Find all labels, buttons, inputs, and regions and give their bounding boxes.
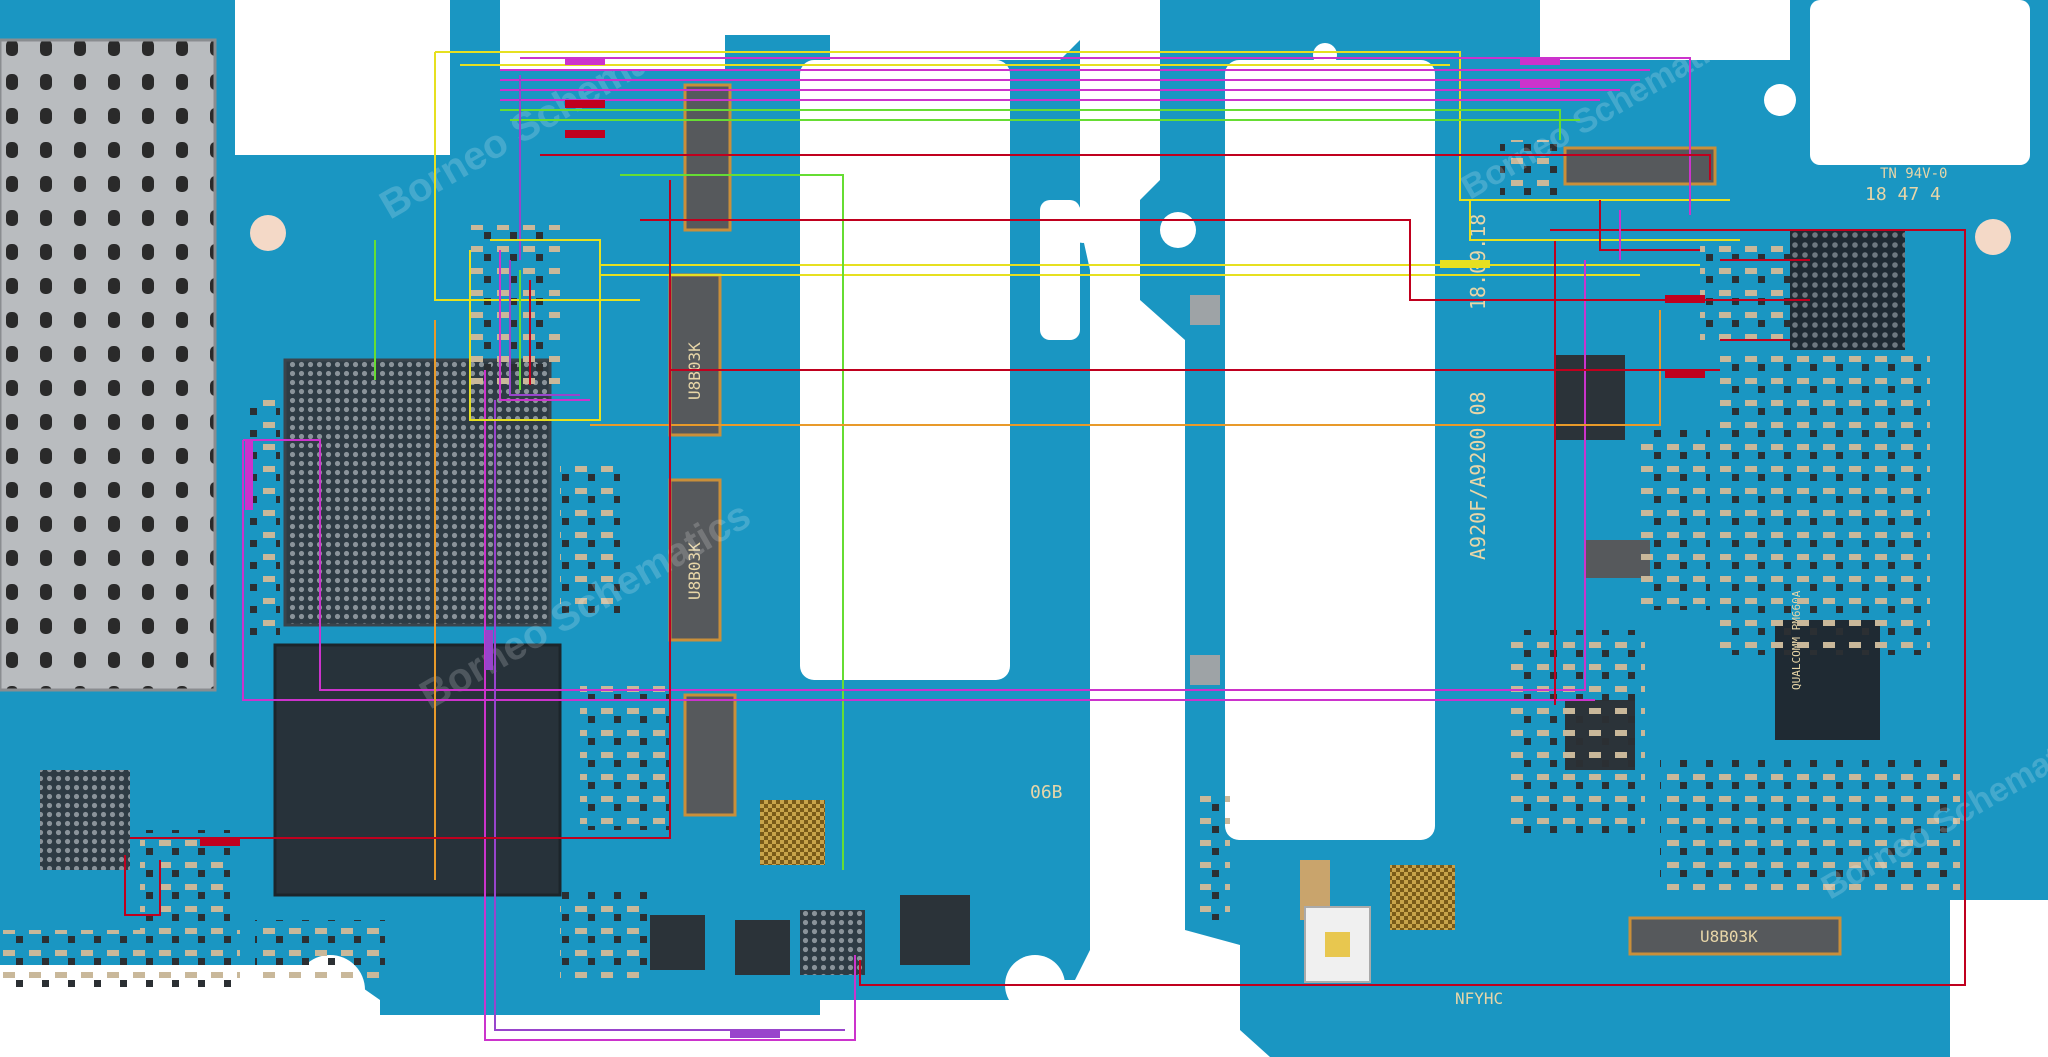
net-tag: [565, 57, 605, 65]
left-pcb-board: U8B03K U8B03K 06B Borneo Schematics Born…: [0, 0, 1101, 1025]
board-bottom-text: NFYHC: [1455, 989, 1503, 1008]
net-tag: [1665, 295, 1705, 303]
board-model-text: A920F/A9200 08: [1466, 391, 1490, 560]
board-left-label: 06B: [1030, 782, 1063, 803]
net-tag: [245, 440, 253, 510]
net-tag: [1520, 57, 1560, 65]
board-ul-text: TN 94V-0: [1880, 166, 1947, 182]
right-pcb-board: QUALCOMM PM660A U8B03K A920F/A9200 08 18…: [1140, 0, 2048, 1057]
net-tag: [485, 630, 493, 670]
net-tag: [200, 838, 240, 846]
net-tag: [730, 1030, 780, 1038]
net-tag: [1440, 260, 1490, 268]
net-tag: [565, 100, 605, 108]
net-tag: [565, 130, 605, 138]
connector-label-3: U8B03K: [1700, 927, 1758, 946]
board-code-text: 18 47 4: [1865, 184, 1941, 205]
net-tag: [1520, 80, 1560, 88]
net-tag: [1665, 370, 1705, 378]
pcb-schematic-diagram: U8B03K U8B03K 06B Borneo Schematics Born…: [0, 0, 2048, 1057]
